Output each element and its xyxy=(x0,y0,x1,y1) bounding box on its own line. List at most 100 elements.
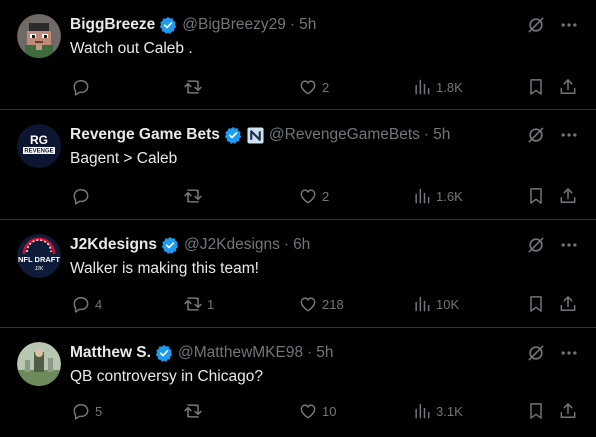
revenge-logo-word: REVENGE xyxy=(24,149,53,155)
photo-avatar-icon xyxy=(17,342,61,386)
revenge-logo-avatar-icon: RG REVENGE xyxy=(17,124,61,168)
share-icon xyxy=(560,296,576,311)
bookmark-icon xyxy=(530,296,542,312)
reply-button[interactable] xyxy=(71,76,95,98)
separator-dot: · xyxy=(423,126,430,143)
bookmark-icon xyxy=(530,79,542,95)
avatar[interactable] xyxy=(17,14,61,58)
timeline-feed: BiggBreeze @BigBreezy29 · 5h Watch out C… xyxy=(0,0,596,437)
timestamp[interactable]: 5h xyxy=(299,16,316,34)
tweet-header: BiggBreeze @BigBreezy29 · 5h xyxy=(70,14,316,36)
retweet-icon xyxy=(184,404,202,418)
like-count: 10 xyxy=(322,403,337,419)
like-button[interactable]: 2 xyxy=(298,76,329,98)
bookmark-button[interactable] xyxy=(526,76,546,98)
reply-count: 4 xyxy=(95,296,103,312)
retweet-button[interactable] xyxy=(183,185,207,207)
username-handle[interactable]: @RevengeGameBets xyxy=(269,126,420,144)
display-name[interactable]: Revenge Game Bets xyxy=(70,126,220,144)
tweet[interactable]: Matthew S. @MatthewMKE98 · 5h QB controv… xyxy=(0,328,596,437)
retweet-icon xyxy=(184,189,202,203)
separator-dot: · xyxy=(307,344,313,361)
tweet-text: Bagent > Caleb xyxy=(70,150,178,167)
nfl-draft-avatar-icon: NFL DRAFT J2K xyxy=(17,234,61,278)
heart-icon xyxy=(300,80,316,95)
bookmark-button[interactable] xyxy=(526,400,546,422)
more-options-icon[interactable] xyxy=(558,15,580,35)
verified-badge-icon[interactable] xyxy=(159,16,177,34)
reply-button[interactable]: 4 xyxy=(71,293,102,315)
more-options-icon[interactable] xyxy=(558,125,580,145)
grok-icon[interactable] xyxy=(526,125,546,145)
timestamp[interactable]: 5h xyxy=(316,344,333,362)
views-button[interactable]: 1.6K xyxy=(412,185,463,207)
username-handle[interactable]: @MatthewMKE98 xyxy=(178,344,303,362)
reply-icon xyxy=(73,80,89,96)
affiliate-badge-icon[interactable] xyxy=(247,126,264,144)
view-count: 3.1K xyxy=(436,403,463,419)
bookmark-button[interactable] xyxy=(526,185,546,207)
grok-icon[interactable] xyxy=(526,343,546,363)
retweet-button[interactable] xyxy=(183,400,207,422)
username-handle[interactable]: @BigBreezy29 xyxy=(182,16,286,34)
avatar[interactable] xyxy=(17,342,61,386)
like-count: 2 xyxy=(322,79,330,95)
display-name[interactable]: J2Kdesigns xyxy=(70,236,157,254)
like-button[interactable]: 10 xyxy=(298,400,336,422)
share-button[interactable] xyxy=(558,400,578,422)
share-icon xyxy=(560,188,576,203)
bookmark-icon xyxy=(530,403,542,419)
share-button[interactable] xyxy=(558,293,578,315)
grok-icon[interactable] xyxy=(526,15,546,35)
share-button[interactable] xyxy=(558,185,578,207)
display-name[interactable]: Matthew S. xyxy=(70,344,151,362)
more-options-icon[interactable] xyxy=(558,343,580,363)
views-button[interactable]: 3.1K xyxy=(412,400,463,422)
like-button[interactable]: 2 xyxy=(298,185,329,207)
tweet-header: Revenge Game Bets @RevengeGameBets · 5h xyxy=(70,124,450,146)
reply-count: 5 xyxy=(95,403,103,419)
verified-badge-icon[interactable] xyxy=(155,344,173,362)
reply-button[interactable]: 5 xyxy=(71,400,102,422)
tweet-header: J2Kdesigns @J2Kdesigns · 6h xyxy=(70,234,310,256)
timestamp[interactable]: 5h xyxy=(433,126,450,144)
retweet-button[interactable]: 1 xyxy=(183,293,214,315)
retweet-icon xyxy=(184,80,202,94)
tweet[interactable]: RG REVENGE Revenge Game Bets @RevengeGam… xyxy=(0,110,596,220)
reply-button[interactable] xyxy=(71,185,95,207)
share-button[interactable] xyxy=(558,76,578,98)
pixel-art-avatar-icon xyxy=(17,14,61,58)
verified-badge-icon[interactable] xyxy=(224,126,242,144)
retweet-count: 1 xyxy=(207,296,215,312)
display-name[interactable]: BiggBreeze xyxy=(70,16,155,34)
revenge-logo-initials: RG xyxy=(30,133,48,147)
like-button[interactable]: 218 xyxy=(298,293,344,315)
nfl-draft-avatar-text: NFL DRAFT xyxy=(18,255,60,264)
views-button[interactable]: 10K xyxy=(412,293,459,315)
bookmark-icon xyxy=(530,188,542,204)
avatar[interactable]: RG REVENGE xyxy=(17,124,61,168)
verified-badge-icon[interactable] xyxy=(161,236,179,254)
username-handle[interactable]: @J2Kdesigns xyxy=(184,236,280,254)
like-count: 218 xyxy=(322,296,344,312)
view-count: 10K xyxy=(436,296,460,312)
tweet-header: Matthew S. @MatthewMKE98 · 5h xyxy=(70,342,334,364)
j2k-avatar-text: J2K xyxy=(35,266,44,272)
avatar[interactable]: NFL DRAFT J2K xyxy=(17,234,61,278)
retweet-button[interactable] xyxy=(183,76,207,98)
views-chart-icon xyxy=(415,403,430,419)
tweet[interactable]: BiggBreeze @BigBreezy29 · 5h Watch out C… xyxy=(0,0,596,110)
tweet-text: Walker is making this team! xyxy=(70,260,259,277)
timestamp[interactable]: 6h xyxy=(293,236,310,254)
like-count: 2 xyxy=(322,188,330,204)
views-button[interactable]: 1.8K xyxy=(412,76,463,98)
share-icon xyxy=(560,79,576,94)
tweet-text: Watch out Caleb . xyxy=(70,40,193,57)
bookmark-button[interactable] xyxy=(526,293,546,315)
heart-icon xyxy=(300,297,316,312)
reply-icon xyxy=(73,189,89,205)
grok-icon[interactable] xyxy=(526,235,546,255)
tweet-text: QB controversy in Chicago? xyxy=(70,368,263,385)
tweet[interactable]: NFL DRAFT J2K J2Kdesigns @J2Kdesigns · 6… xyxy=(0,220,596,328)
more-options-icon[interactable] xyxy=(558,235,580,255)
